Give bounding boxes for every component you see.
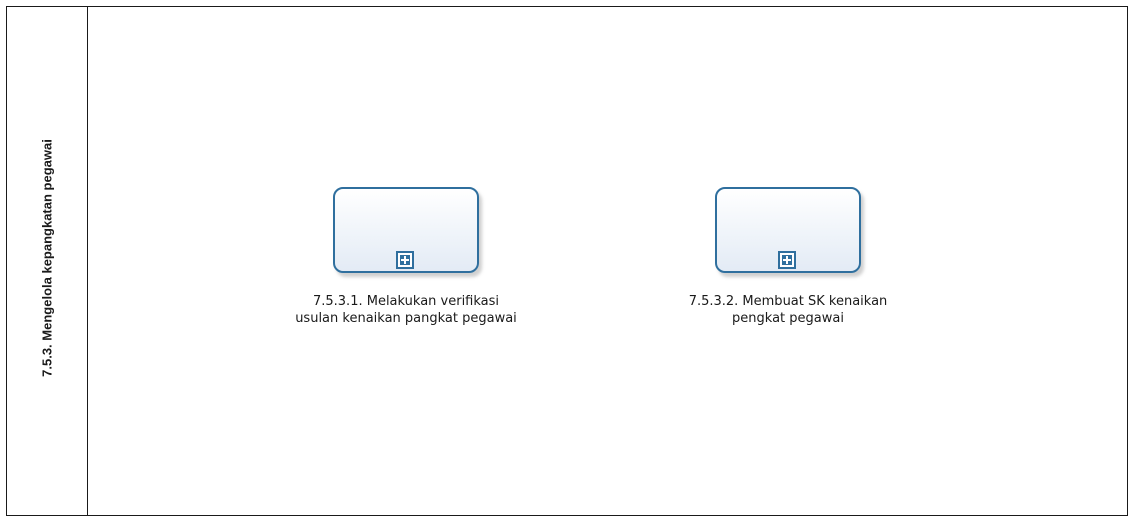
task-caption-line1: 7.5.3.2. Membuat SK kenaikan	[688, 294, 888, 309]
subprocess-plus-icon[interactable]	[396, 251, 414, 269]
task-caption-line2: usulan kenaikan pangkat pegawai	[295, 311, 517, 326]
subprocess-task-verifikasi[interactable]	[333, 187, 479, 273]
bpmn-canvas: 7.5.3. Mengelola kepangkatan pegawai 7.5…	[0, 0, 1134, 516]
task-caption-line1: 7.5.3.1. Melakukan verifikasi	[312, 294, 500, 309]
task-caption-line2: pengkat pegawai	[732, 311, 844, 326]
task-caption: 7.5.3.1. Melakukan verifikasi usulan ken…	[256, 293, 556, 327]
pool	[6, 6, 1128, 516]
subprocess-plus-icon[interactable]	[778, 251, 796, 269]
subprocess-task-membuat-sk[interactable]	[715, 187, 861, 273]
task-caption: 7.5.3.2. Membuat SK kenaikan pengkat peg…	[638, 293, 938, 327]
lane-title: 7.5.3. Mengelola kepangkatan pegawai	[39, 139, 55, 377]
